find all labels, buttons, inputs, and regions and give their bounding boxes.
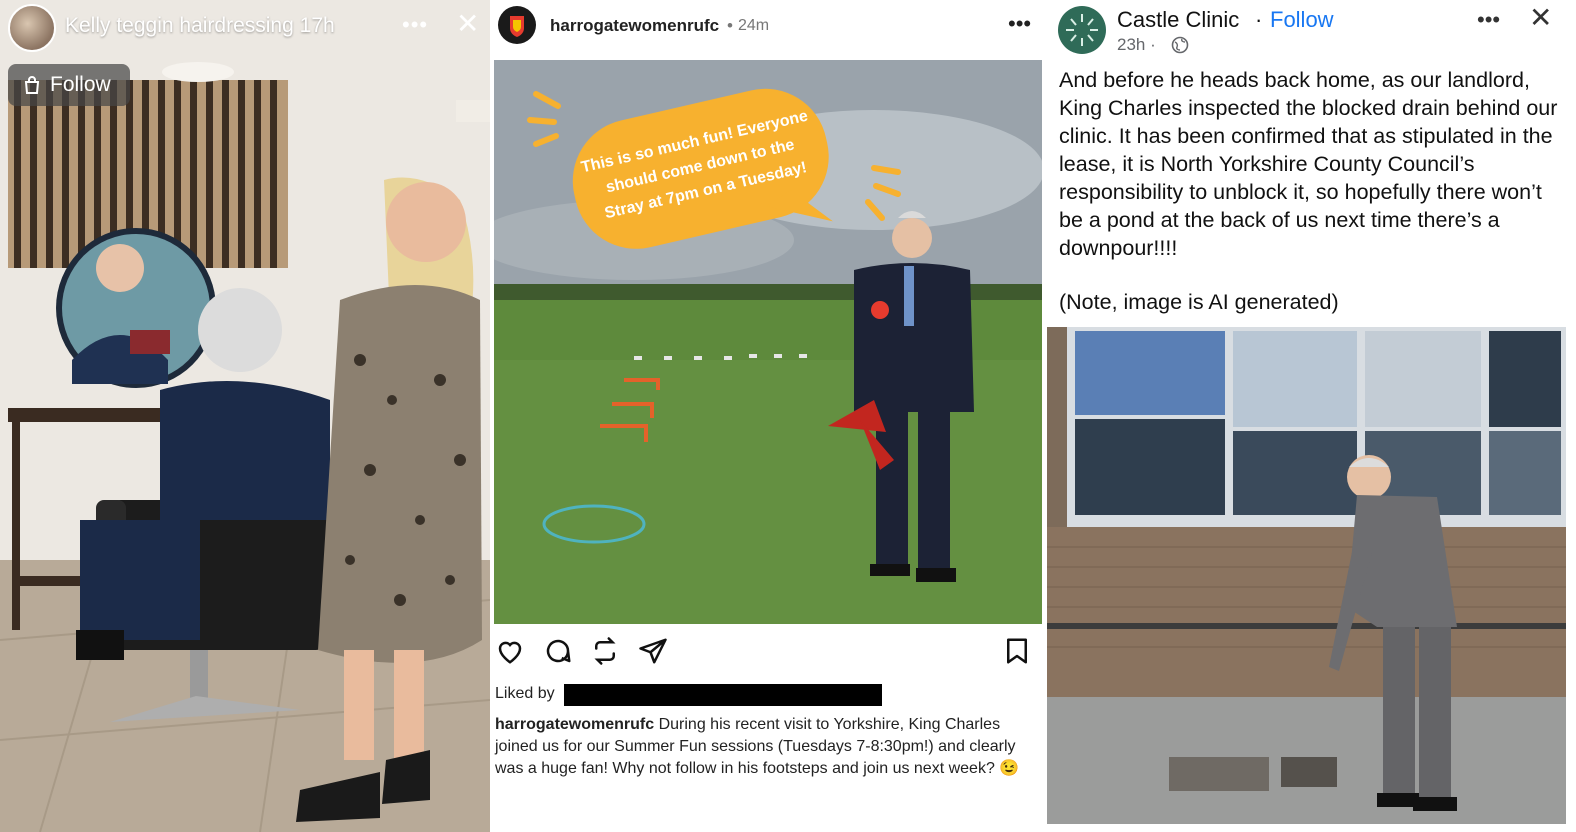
page-name[interactable]: Castle Clinic [1117,7,1239,33]
close-icon[interactable]: ✕ [1529,4,1552,32]
redacted-names [564,684,882,706]
story-follow-button[interactable]: Follow [8,64,130,106]
post-photo[interactable] [1047,327,1566,824]
club-crest-icon [510,16,524,37]
more-horizontal-icon[interactable]: ••• [1008,11,1031,37]
separator-dot: · [1255,7,1263,32]
more-horizontal-icon[interactable]: ••• [1477,7,1500,33]
instagram-post-panel: harrogatewomenrufc • 24m ••• This is so … [490,0,1045,832]
post-time[interactable]: 23h · [1117,35,1156,55]
club-avatar[interactable] [498,6,536,44]
share-icon[interactable] [638,636,668,666]
post-action-bar [490,636,1045,672]
panel-divider [490,0,492,832]
more-horizontal-icon[interactable]: ••• [402,12,428,38]
clinic-logo-icon [1066,14,1098,46]
globe-icon [1171,36,1189,54]
story-time: 17h [299,14,335,37]
story-panel: Kelly teggin hairdressing 17h ••• ✕ Foll… [0,0,490,832]
post-photo[interactable]: This is so much fun! Everyone should com… [494,60,1042,624]
post-time: 24m [738,17,770,34]
story-account-name[interactable]: Kelly teggin hairdressing 17h [65,14,335,38]
salon-photo [0,0,490,832]
post-caption: harrogatewomenrufc During his recent vis… [495,714,1033,780]
caption-username[interactable]: harrogatewomenrufc [495,716,654,733]
liked-by-label: Liked by [495,685,555,702]
username[interactable]: harrogatewomenrufc [550,16,719,36]
follow-label: Follow [50,73,111,96]
panel-divider [1044,0,1046,832]
post-text: And before he heads back home, as our la… [1059,68,1558,260]
bookmark-icon[interactable] [1002,636,1032,666]
account-avatar[interactable] [8,4,56,52]
store-bag-icon [24,76,40,94]
comment-icon[interactable] [543,636,573,666]
account-name-label: Kelly teggin hairdressing [65,14,294,37]
separator-dot: • [727,16,733,35]
close-icon[interactable]: ✕ [456,10,479,38]
follow-button[interactable]: Follow [1270,7,1334,33]
repost-icon[interactable] [590,636,620,666]
heart-icon[interactable] [495,636,525,666]
clinic-logo-avatar[interactable] [1058,6,1106,54]
post-note: (Note, image is AI generated) [1059,290,1339,314]
instagram-post-header: harrogatewomenrufc • 24m ••• [490,0,1045,58]
facebook-post-panel: Castle Clinic · Follow 23h · ••• ✕ And b… [1045,0,1576,832]
story-header: Kelly teggin hairdressing 17h ••• ✕ [0,0,490,56]
